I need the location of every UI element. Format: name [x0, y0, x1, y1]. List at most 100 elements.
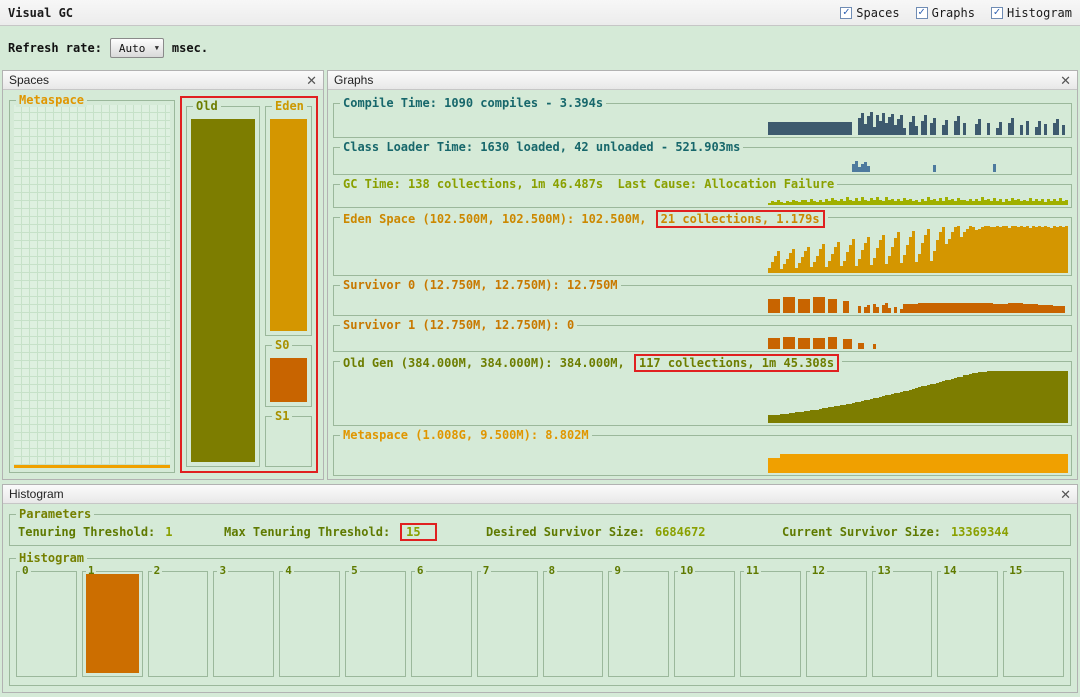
s1-space: S1 — [265, 408, 312, 468]
graph-bar — [1056, 119, 1059, 135]
gc-time-label: GC Time: 138 collections, 1m 46.487s Las… — [340, 177, 838, 191]
param-value: 13369344 — [950, 525, 1009, 539]
histogram-bin-label: 5 — [349, 564, 360, 578]
graph-row-eden-space: Eden Space (102.500M, 102.500M): 102.500… — [333, 210, 1072, 276]
checkbox-histogram[interactable]: ✓ Histogram — [990, 5, 1072, 20]
graph-bar — [903, 127, 906, 135]
graph-bar — [987, 123, 990, 135]
param-value: 1 — [165, 525, 173, 539]
histogram-bin-fill — [85, 574, 139, 673]
graph-bar — [963, 122, 966, 135]
spaces-panel-titlebar: Spaces ✕ — [3, 71, 323, 90]
old-space: Old — [186, 99, 260, 467]
survivor-1-label: Survivor 1 (12.750M, 12.750M): 0 — [340, 318, 578, 332]
checkbox-checked-icon: ✓ — [915, 6, 928, 19]
graph-bar — [1065, 371, 1068, 423]
histogram-bin-label: 15 — [1007, 564, 1025, 578]
s0-space-label: S0 — [272, 337, 293, 352]
refresh-rate-value: Auto — [118, 41, 146, 55]
graph-bar — [1038, 121, 1041, 135]
close-icon[interactable]: ✕ — [1060, 74, 1071, 87]
histogram-bin-11: 11 — [739, 564, 801, 677]
view-toggles: ✓ Spaces ✓ Graphs ✓ Histogram — [840, 6, 1072, 20]
close-icon[interactable]: ✕ — [306, 74, 317, 87]
compile-time-graph — [768, 111, 1068, 135]
histogram-bin-label: 11 — [743, 564, 762, 578]
compile-time-label: Compile Time: 1090 compiles - 3.394s — [340, 96, 607, 110]
histogram-panel-titlebar: Histogram ✕ — [3, 485, 1077, 504]
graph-bar — [888, 308, 891, 313]
main-row: Spaces ✕ Metaspace Old Eden S0 S1 Graphs… — [2, 70, 1078, 480]
window-title: Visual GC — [8, 5, 74, 20]
class-loader-time-graph — [768, 155, 1068, 172]
chevron-down-icon: ▼ — [154, 44, 159, 52]
graph-bar — [933, 165, 936, 172]
checkbox-spaces[interactable]: ✓ Spaces — [840, 5, 900, 20]
histogram-bins-group: Histogram 0 1 2 3 4 5 6 7 8 9 10 11 12 13 14 15 — [9, 551, 1071, 686]
graph-bar — [792, 337, 795, 349]
param-value-annotated: 15 — [400, 523, 437, 541]
window-titlebar: Visual GC ✓ Spaces ✓ Graphs ✓ Histogram — [0, 0, 1080, 26]
graph-row-survivor-1: Survivor 1 (12.750M, 12.750M): 0 — [333, 318, 1072, 352]
refresh-toolbar: Refresh rate: Auto ▼ msec. — [0, 26, 1080, 70]
eden-space-graph — [768, 225, 1068, 273]
graphs-body: Compile Time: 1090 compiles - 3.394s Cla… — [328, 90, 1077, 479]
graph-row-survivor-0: Survivor 0 (12.750M, 12.750M): 12.750M — [333, 278, 1072, 316]
graph-bar — [945, 120, 948, 135]
graph-bar — [858, 306, 861, 313]
survivor-1-graph — [768, 333, 1068, 349]
graph-bar — [873, 344, 876, 349]
histogram-bin-label: 10 — [678, 564, 696, 578]
graph-bar — [894, 307, 897, 313]
histogram-bin-label: 4 — [283, 564, 294, 578]
param-desired-survivor-size: Desired Survivor Size: 6684672 — [486, 525, 782, 539]
refresh-rate-select[interactable]: Auto ▼ — [109, 38, 164, 58]
graph-bar — [834, 337, 837, 349]
graph-bar — [1065, 199, 1068, 205]
checkbox-histogram-label: Histogram — [1006, 5, 1072, 20]
graph-bar — [957, 115, 960, 135]
graphs-panel: Graphs ✕ Compile Time: 1090 compiles - 3… — [327, 70, 1078, 480]
gc-time-graph — [768, 192, 1068, 205]
spaces-body: Metaspace Old Eden S0 S1 — [3, 90, 323, 479]
graphs-panel-titlebar: Graphs ✕ — [328, 71, 1077, 90]
graph-bar — [861, 342, 864, 349]
graph-bar — [999, 121, 1002, 135]
param-tenuring-threshold: Tenuring Threshold: 1 — [18, 525, 224, 539]
param-label: Tenuring Threshold: — [18, 525, 156, 539]
histogram-bin-label: 6 — [414, 564, 426, 578]
checkbox-checked-icon: ✓ — [990, 6, 1003, 19]
histogram-bin-2: 2 — [147, 564, 209, 677]
survivor-0-graph — [768, 293, 1068, 313]
eden-space-label: Eden — [272, 99, 307, 113]
graph-bar — [1065, 225, 1068, 273]
metaspace-space: Metaspace — [9, 93, 175, 473]
spaces-panel-title: Spaces — [9, 73, 50, 87]
graph-bar — [777, 337, 780, 349]
graph-row-compile-time: Compile Time: 1090 compiles - 3.394s — [333, 96, 1072, 138]
param-current-survivor-size: Current Survivor Size: 13369344 — [782, 525, 1062, 539]
s0-space: S0 — [265, 337, 312, 407]
close-icon[interactable]: ✕ — [1060, 488, 1071, 501]
eden-space-graph-label: Eden Space (102.500M, 102.500M): 102.500… — [340, 210, 828, 228]
graph-bar — [807, 299, 810, 313]
param-label: Desired Survivor Size: — [486, 525, 645, 539]
graph-bar — [933, 118, 936, 135]
old-space-fill — [191, 119, 255, 462]
checkbox-graphs-label: Graphs — [931, 5, 975, 20]
graph-row-class-loader-time: Class Loader Time: 1630 loaded, 42 unloa… — [333, 140, 1072, 175]
histogram-bin-5: 5 — [345, 564, 406, 677]
checkbox-graphs[interactable]: ✓ Graphs — [915, 5, 975, 20]
graph-bar — [1011, 118, 1014, 135]
metaspace-graph — [768, 443, 1068, 473]
param-label: Max Tenuring Threshold: — [224, 525, 391, 539]
metaspace-space-label: Metaspace — [16, 93, 88, 107]
graph-bar — [924, 114, 927, 135]
checkmark-icon: ✓ — [842, 5, 850, 18]
graph-row-old-gen: Old Gen (384.000M, 384.000M): 384.000M, … — [333, 354, 1072, 426]
graph-label-text: Old Gen (384.000M, 384.000M): 384.000M, — [343, 356, 632, 370]
refresh-rate-label: Refresh rate: — [8, 41, 102, 55]
metaspace-free-grid — [14, 105, 170, 468]
s1-space-label: S1 — [272, 408, 293, 423]
parameters-group: Parameters Tenuring Threshold: 1 Max Tenu… — [9, 507, 1071, 546]
